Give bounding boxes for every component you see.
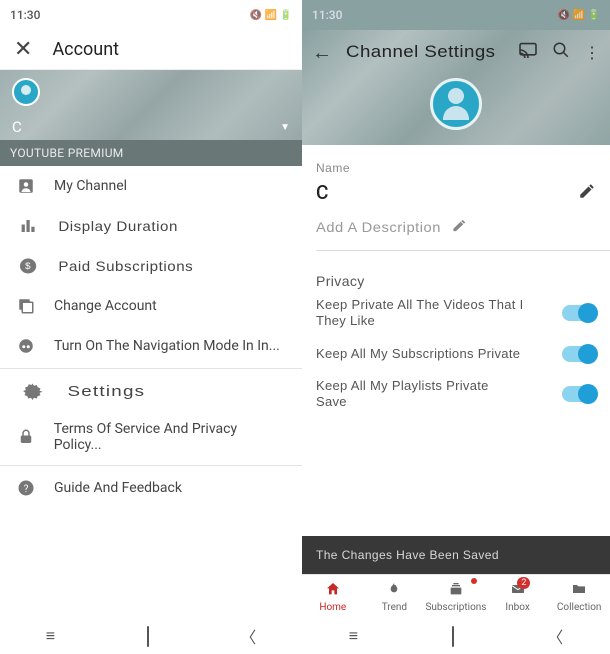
- channel-banner: C ▼: [0, 70, 302, 140]
- nav-label: Collection: [557, 602, 602, 613]
- menu-label: Turn On The Navigation Mode In In...: [54, 338, 280, 354]
- status-bar: 11:30 🔇 📶 🔋: [0, 0, 302, 30]
- menu-terms[interactable]: Terms Of Service And Privacy Policy...: [0, 411, 302, 463]
- save-label: Save: [316, 394, 347, 409]
- name-value: C: [316, 181, 328, 204]
- toggle-label: Keep Private All The Videos That I They …: [316, 297, 554, 330]
- android-nav-bar: ≡ 〈: [0, 618, 302, 654]
- status-icons: 🔇 📶 🔋: [250, 10, 292, 21]
- cast-icon[interactable]: [518, 42, 538, 62]
- toggle-label: Keep All My Playlists Private Save: [316, 378, 554, 411]
- switch-on-icon[interactable]: [562, 305, 596, 321]
- bar-chart-icon: [17, 216, 39, 236]
- home-icon: [325, 581, 341, 601]
- toggle-subscriptions-private[interactable]: Keep All My Subscriptions Private: [316, 338, 596, 370]
- dollar-circle-icon: $: [17, 256, 39, 276]
- recents-button[interactable]: ≡: [36, 622, 65, 650]
- android-nav-bar: ≡ 〈: [302, 618, 610, 654]
- recents-button[interactable]: ≡: [339, 622, 368, 650]
- page-title: Account: [52, 39, 119, 60]
- back-button[interactable]: 〈: [537, 620, 573, 652]
- user-letter: C: [12, 118, 22, 136]
- nav-label: Subscriptions: [425, 602, 486, 613]
- menu-label: Guide And Feedback: [54, 480, 182, 496]
- menu-paid-subscriptions[interactable]: $ Paid Subscriptions: [0, 246, 326, 286]
- divider: [0, 465, 302, 466]
- pencil-icon[interactable]: [578, 182, 596, 204]
- menu-guide[interactable]: ? Guide And Feedback: [0, 468, 302, 508]
- menu-label: Settings: [68, 383, 146, 400]
- account-menu: My Channel Display Duration $ Paid Subsc…: [0, 166, 302, 618]
- fire-icon: [386, 581, 402, 601]
- chevron-down-icon: ▼: [280, 122, 290, 133]
- nav-collection[interactable]: Collection: [548, 575, 610, 618]
- dot-badge: [471, 578, 477, 584]
- name-label: Name: [316, 161, 596, 175]
- help-icon: ?: [16, 478, 36, 498]
- user-dropdown[interactable]: C ▼: [12, 118, 290, 136]
- menu-label: Paid Subscriptions: [58, 258, 193, 274]
- toggle-liked-videos-private[interactable]: Keep Private All The Videos That I They …: [316, 289, 596, 338]
- menu-label: Terms Of Service And Privacy Policy...: [54, 421, 286, 453]
- folder-icon: [571, 581, 587, 601]
- count-badge: 2: [517, 577, 530, 589]
- avatar[interactable]: [12, 78, 40, 106]
- more-icon[interactable]: ⋮: [584, 43, 600, 62]
- status-time: 11:30: [312, 8, 342, 22]
- incognito-icon: [16, 336, 36, 356]
- account-screen: 11:30 🔇 📶 🔋 ✕ Account C ▼ YOUTUBE PREMIU…: [0, 0, 302, 654]
- account-header: ✕ Account: [0, 30, 302, 70]
- nav-label: Inbox: [505, 602, 529, 613]
- avatar[interactable]: [430, 78, 482, 130]
- page-title: Channel Settings: [346, 42, 520, 62]
- toggle-playlists-private[interactable]: Keep All My Playlists Private Save: [316, 370, 596, 419]
- name-field[interactable]: C: [316, 175, 596, 210]
- channel-settings-screen: 11:30 🔇 📶 🔋 ← Channel Settings ⋮ Name C: [302, 0, 610, 654]
- nav-label: Trend: [382, 602, 407, 613]
- switch-on-icon[interactable]: [562, 346, 596, 362]
- nav-inbox[interactable]: 2 Inbox: [487, 575, 549, 618]
- bottom-nav: Home Trend Subscriptions 2 Inbox: [302, 574, 610, 618]
- back-arrow-icon[interactable]: ←: [312, 40, 332, 65]
- back-button[interactable]: 〈: [230, 620, 266, 652]
- nav-home[interactable]: Home: [302, 575, 364, 618]
- nav-label: Home: [319, 602, 346, 613]
- person-box-icon: [16, 176, 36, 196]
- channel-banner: ← Channel Settings ⋮: [302, 30, 610, 145]
- toggle-label: Keep All My Subscriptions Private: [316, 346, 554, 362]
- home-button[interactable]: [137, 623, 159, 650]
- channel-form: Name C Add A Description Privacy Keep Pr…: [302, 145, 610, 418]
- svg-text:?: ?: [24, 484, 29, 495]
- subscriptions-icon: [448, 581, 464, 601]
- gear-icon: [20, 381, 45, 401]
- status-time: 11:30: [10, 8, 40, 22]
- menu-display-duration[interactable]: Display Duration: [0, 206, 326, 246]
- search-icon[interactable]: [552, 41, 570, 63]
- menu-change-account[interactable]: Change Account: [0, 286, 302, 326]
- snackbar: The Changes Have Been Saved: [302, 536, 610, 574]
- description-field[interactable]: Add A Description: [316, 210, 610, 251]
- menu-label: Display Duration: [58, 218, 178, 234]
- home-button[interactable]: [442, 623, 464, 650]
- section-label: YOUTUBE PREMIUM: [0, 140, 302, 166]
- description-placeholder: Add A Description: [316, 219, 441, 235]
- topbar-actions: ⋮: [518, 41, 600, 63]
- swap-account-icon: [16, 296, 36, 316]
- menu-label: Change Account: [54, 298, 157, 314]
- divider: [0, 368, 302, 369]
- status-icons: 🔇 📶 🔋: [558, 10, 600, 21]
- nav-subscriptions[interactable]: Subscriptions: [425, 575, 487, 618]
- lock-icon: [16, 427, 36, 447]
- status-bar: 11:30 🔇 📶 🔋: [302, 0, 610, 30]
- menu-label: My Channel: [54, 178, 127, 194]
- menu-my-channel[interactable]: My Channel: [0, 166, 302, 206]
- svg-text:$: $: [25, 261, 31, 271]
- topbar: ← Channel Settings ⋮: [302, 30, 610, 74]
- menu-incognito[interactable]: Turn On The Navigation Mode In In...: [0, 326, 302, 366]
- close-icon[interactable]: ✕: [14, 37, 32, 62]
- privacy-section-title: Privacy: [316, 273, 596, 289]
- nav-trend[interactable]: Trend: [364, 575, 426, 618]
- pencil-icon[interactable]: [451, 218, 467, 236]
- switch-on-icon[interactable]: [562, 386, 596, 402]
